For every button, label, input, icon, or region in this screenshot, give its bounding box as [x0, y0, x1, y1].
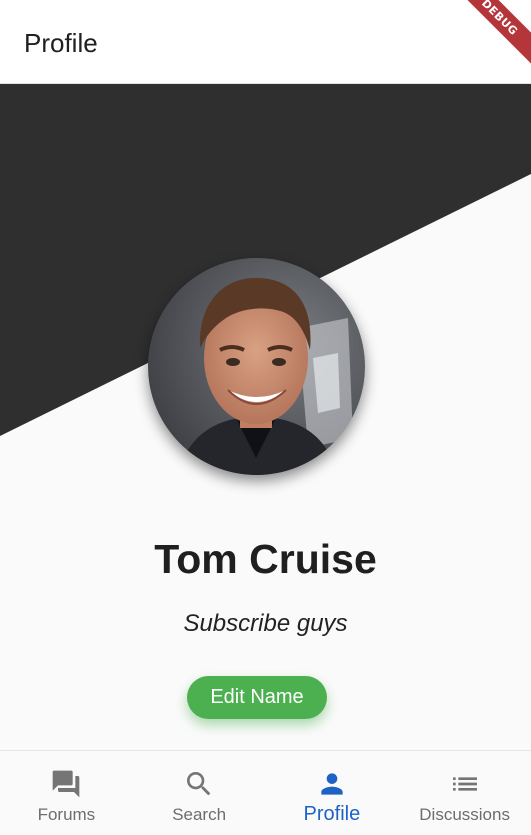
- person-icon: [315, 767, 349, 801]
- bottom-navigation: Forums Search Profile Discussions: [0, 750, 531, 835]
- edit-name-button[interactable]: Edit Name: [187, 676, 327, 719]
- nav-item-forums[interactable]: Forums: [0, 751, 133, 835]
- nav-label-search: Search: [172, 805, 227, 824]
- nav-item-discussions[interactable]: Discussions: [398, 751, 531, 835]
- app-bar: Profile DEBUG: [0, 0, 531, 84]
- profile-screen: Profile DEBUG Tom Cruise Subscribe guys …: [0, 0, 531, 835]
- profile-name: Tom Cruise: [154, 536, 377, 582]
- profile-subtitle: Subscribe guys: [183, 610, 348, 637]
- list-icon: [448, 767, 482, 801]
- nav-item-search[interactable]: Search: [133, 751, 266, 835]
- search-icon: [182, 767, 216, 801]
- nav-label-discussions: Discussions: [419, 805, 510, 824]
- page-title: Profile: [24, 28, 98, 58]
- nav-item-profile[interactable]: Profile: [266, 751, 399, 835]
- forum-icon: [49, 767, 83, 801]
- avatar: [148, 258, 365, 475]
- debug-banner: DEBUG: [439, 0, 531, 78]
- nav-label-profile: Profile: [303, 803, 361, 825]
- nav-label-forums: Forums: [37, 805, 96, 824]
- profile-photo: [148, 258, 365, 475]
- profile-content: Tom Cruise Subscribe guys Edit Name: [0, 84, 531, 750]
